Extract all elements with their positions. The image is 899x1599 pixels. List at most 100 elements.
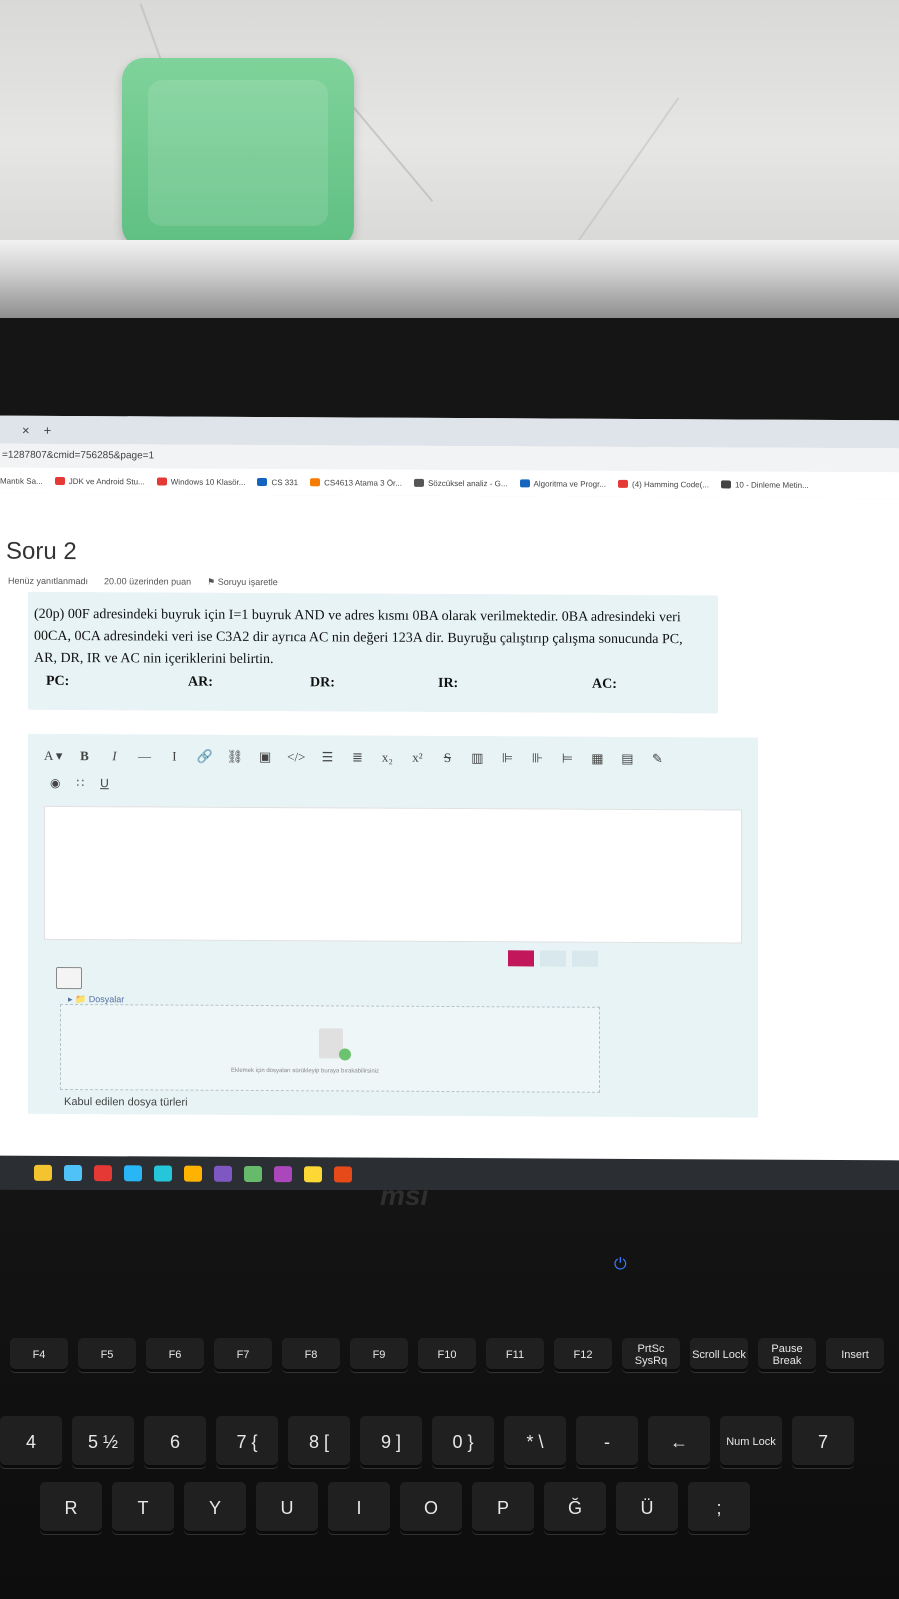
key: F7 [214,1338,272,1372]
ar-label: AR: [188,674,213,690]
subscript-icon[interactable]: x₂ [379,750,395,766]
powerpoint-icon[interactable] [334,1166,352,1183]
taskbar-icon[interactable] [64,1164,82,1182]
site-icon [519,479,530,488]
bookmark-item[interactable]: Mantık Sa... [0,476,43,485]
taskbar-icon[interactable] [184,1165,202,1182]
key: Ü [616,1482,678,1534]
taskbar-icon[interactable] [154,1165,172,1182]
question-status: Henüz yanıtlanmadı [8,575,89,587]
key: PrtSc SysRq [622,1338,680,1372]
bookmark-item[interactable]: (4) Hamming Code(... [618,479,709,489]
unlink-icon[interactable]: ⛓ [227,749,244,765]
edit-icon[interactable]: ✎ [649,751,665,767]
grid-icon[interactable]: ▦ [589,751,605,767]
page-content: Soru 2 Henüz yanıtlanmadı 20.00 üzerinde… [0,493,899,1314]
key: U [256,1482,318,1534]
key: ← [648,1416,710,1468]
shelf [0,240,899,320]
green-container [122,58,354,248]
accessibility-icon[interactable]: ◉ [50,776,60,790]
key: F4 [10,1338,68,1372]
special-chars-icon[interactable]: ∷ [76,776,84,790]
visual-studio-icon[interactable] [214,1165,232,1182]
bookmark-item[interactable]: 10 - Dinleme Metin... [720,480,809,489]
key: 7 [792,1416,854,1468]
align-right-icon[interactable]: ⊨ [559,751,575,767]
bookmark-item[interactable]: Algoritma ve Progr... [519,479,606,488]
question-text: (20p) 00F adresindeki buyruk için I=1 bu… [34,606,683,668]
chrome-icon[interactable] [94,1165,112,1182]
accepted-file-types: Kabul edilen dosya türleri [64,1095,188,1109]
taskbar-icon[interactable] [304,1166,322,1183]
file-drop-zone[interactable]: Eklemek için dosyaları sürükleyip buraya… [60,1003,600,1093]
site-icon [413,478,424,487]
taskbar-icon[interactable] [244,1165,262,1183]
answer-area: A ▾ B I — I 🔗 ⛓ ▣ </> ☰ ≣ x₂ x² S ▥ ⊫ ⊪ [28,733,758,1118]
link-icon[interactable]: 🔗 [196,749,212,765]
grid-view-button[interactable] [508,950,534,967]
add-file-icon [319,1028,343,1059]
ir-label: IR: [438,675,459,692]
key: F11 [486,1338,544,1372]
flag-question-link[interactable]: ⚑ Soruyu işaretle [207,577,278,588]
taskbar-icon[interactable] [124,1165,142,1182]
superscript-icon[interactable]: x² [409,750,425,766]
tree-view-button[interactable] [572,950,598,967]
taskbar-icon[interactable] [34,1164,52,1181]
dr-label: DR: [310,675,335,691]
key: ; [688,1482,750,1534]
ac-label: AC: [592,676,617,692]
underline-button[interactable]: U [100,776,109,790]
taskbar-icon[interactable] [274,1166,292,1183]
key: F9 [350,1338,408,1372]
bookmark-item[interactable]: Windows 10 Klasör... [156,477,245,486]
list-view-button[interactable] [540,950,566,967]
key: Ğ [544,1482,606,1534]
calculator-icon[interactable]: ▤ [619,751,635,767]
pc-label: PC: [46,673,70,690]
question-meta: Henüz yanıtlanmadı 20.00 üzerinden puan … [8,576,278,588]
bookmark-item[interactable]: CS4613 Atama 3 Ör... [310,478,402,487]
align-left-icon[interactable]: ⊫ [499,750,515,766]
code-icon[interactable]: </> [287,749,305,765]
align-center-icon[interactable]: ⊪ [529,750,545,766]
editor-toolbar: A ▾ B I — I 🔗 ⛓ ▣ </> ☰ ≣ x₂ x² S ▥ ⊫ ⊪ [44,744,744,772]
key: R [40,1482,102,1534]
brand-logo: msi [380,1180,429,1211]
drop-hint: Eklemek için dosyaları sürükleyip buraya… [231,1067,380,1075]
bookmark-item[interactable]: CS 331 [257,477,298,487]
photo-scene: × + =1287807&cmid=756285&page=1 Mantık S… [0,0,899,1599]
new-tab-icon[interactable]: + [44,422,52,437]
strikethrough-icon[interactable]: S [439,750,455,766]
file-picker-button[interactable] [56,966,82,990]
clear-format-button[interactable]: I [166,749,182,765]
table-icon[interactable]: ▥ [469,750,485,766]
numbered-list-icon[interactable]: ≣ [349,749,365,765]
key: Insert [826,1338,884,1372]
key: 9 ] [360,1416,422,1468]
key: 7 { [216,1416,278,1468]
view-toggle [508,950,598,967]
laptop-keyboard: msi ⏻ F4 F5 F6 F7 F8 F9 F10 F11 F12 PrtS… [0,1180,899,1599]
key: - [576,1416,638,1468]
number-key-row: 4 5 ½ 6 7 { 8 [ 9 ] 0 } * \ - ← Num Lock… [0,1416,854,1468]
font-style-button[interactable]: A ▾ [44,748,62,764]
bullet-list-icon[interactable]: ☰ [319,749,335,765]
key: I [328,1482,390,1534]
hr-button[interactable]: — [136,748,152,764]
italic-button[interactable]: I [106,748,122,764]
letter-key-row: R T Y U I O P Ğ Ü ; [40,1482,750,1534]
tab-close-icon[interactable]: × [22,422,30,437]
bookmark-item[interactable]: Sözcüksel analiz - G... [413,478,508,488]
bookmark-item[interactable]: JDK ve Android Stu... [54,476,145,486]
key: * \ [504,1416,566,1468]
key: Y [184,1482,246,1534]
answer-editor[interactable] [44,805,742,944]
bold-button[interactable]: B [76,748,92,764]
key: O [400,1482,462,1534]
image-icon[interactable]: ▣ [257,749,273,765]
key: 5 ½ [72,1416,134,1468]
key: Pause Break [758,1338,816,1372]
youtube-icon [618,479,629,488]
